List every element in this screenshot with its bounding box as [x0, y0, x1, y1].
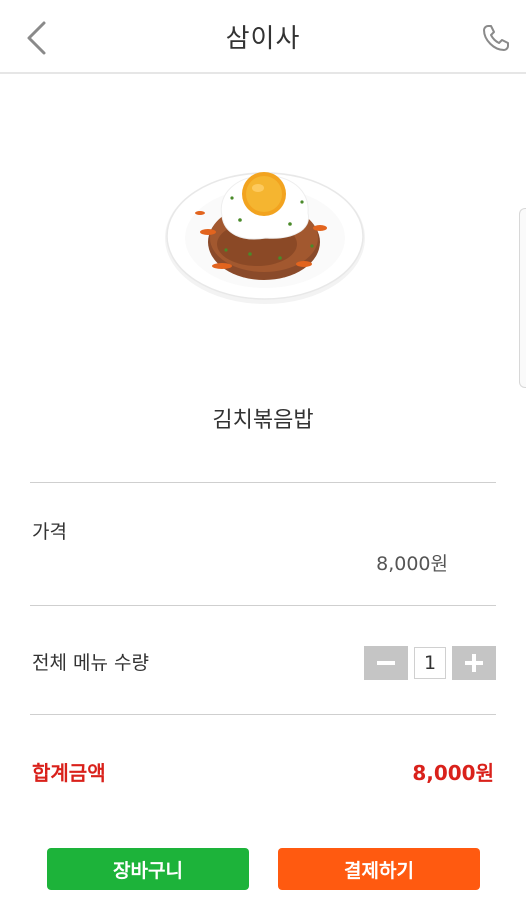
quantity-label: 전체 메뉴 수량 — [32, 652, 149, 674]
increase-button[interactable] — [452, 646, 496, 680]
plus-icon — [465, 654, 483, 672]
menu-name: 김치볶음밥 — [212, 408, 314, 433]
add-to-cart-button[interactable]: 장바구니 — [47, 848, 249, 890]
divider — [30, 482, 496, 483]
divider — [30, 605, 496, 606]
divider — [30, 714, 496, 715]
total-label: 합계금액 — [32, 761, 106, 785]
minus-icon — [377, 661, 395, 665]
price-label: 가격 — [32, 521, 67, 543]
checkout-button[interactable]: 결제하기 — [278, 848, 480, 890]
total-value: 8,000원 — [412, 761, 494, 785]
menu-detail-screen: 삼이사 김치볶음밥 가격 8,000원 전체 메뉴 수량 1 합계금액 8,00… — [0, 0, 526, 900]
phone-icon — [483, 25, 509, 51]
quantity-stepper: 1 — [364, 646, 496, 680]
header-bar: 삼이사 — [0, 0, 526, 74]
price-value: 8,000원 — [376, 553, 448, 575]
page-title: 삼이사 — [225, 24, 301, 54]
call-button[interactable] — [478, 20, 514, 56]
menu-food-image — [165, 172, 365, 304]
decrease-button[interactable] — [364, 646, 408, 680]
scroll-indicator — [519, 208, 526, 388]
quantity-value[interactable]: 1 — [414, 647, 446, 679]
